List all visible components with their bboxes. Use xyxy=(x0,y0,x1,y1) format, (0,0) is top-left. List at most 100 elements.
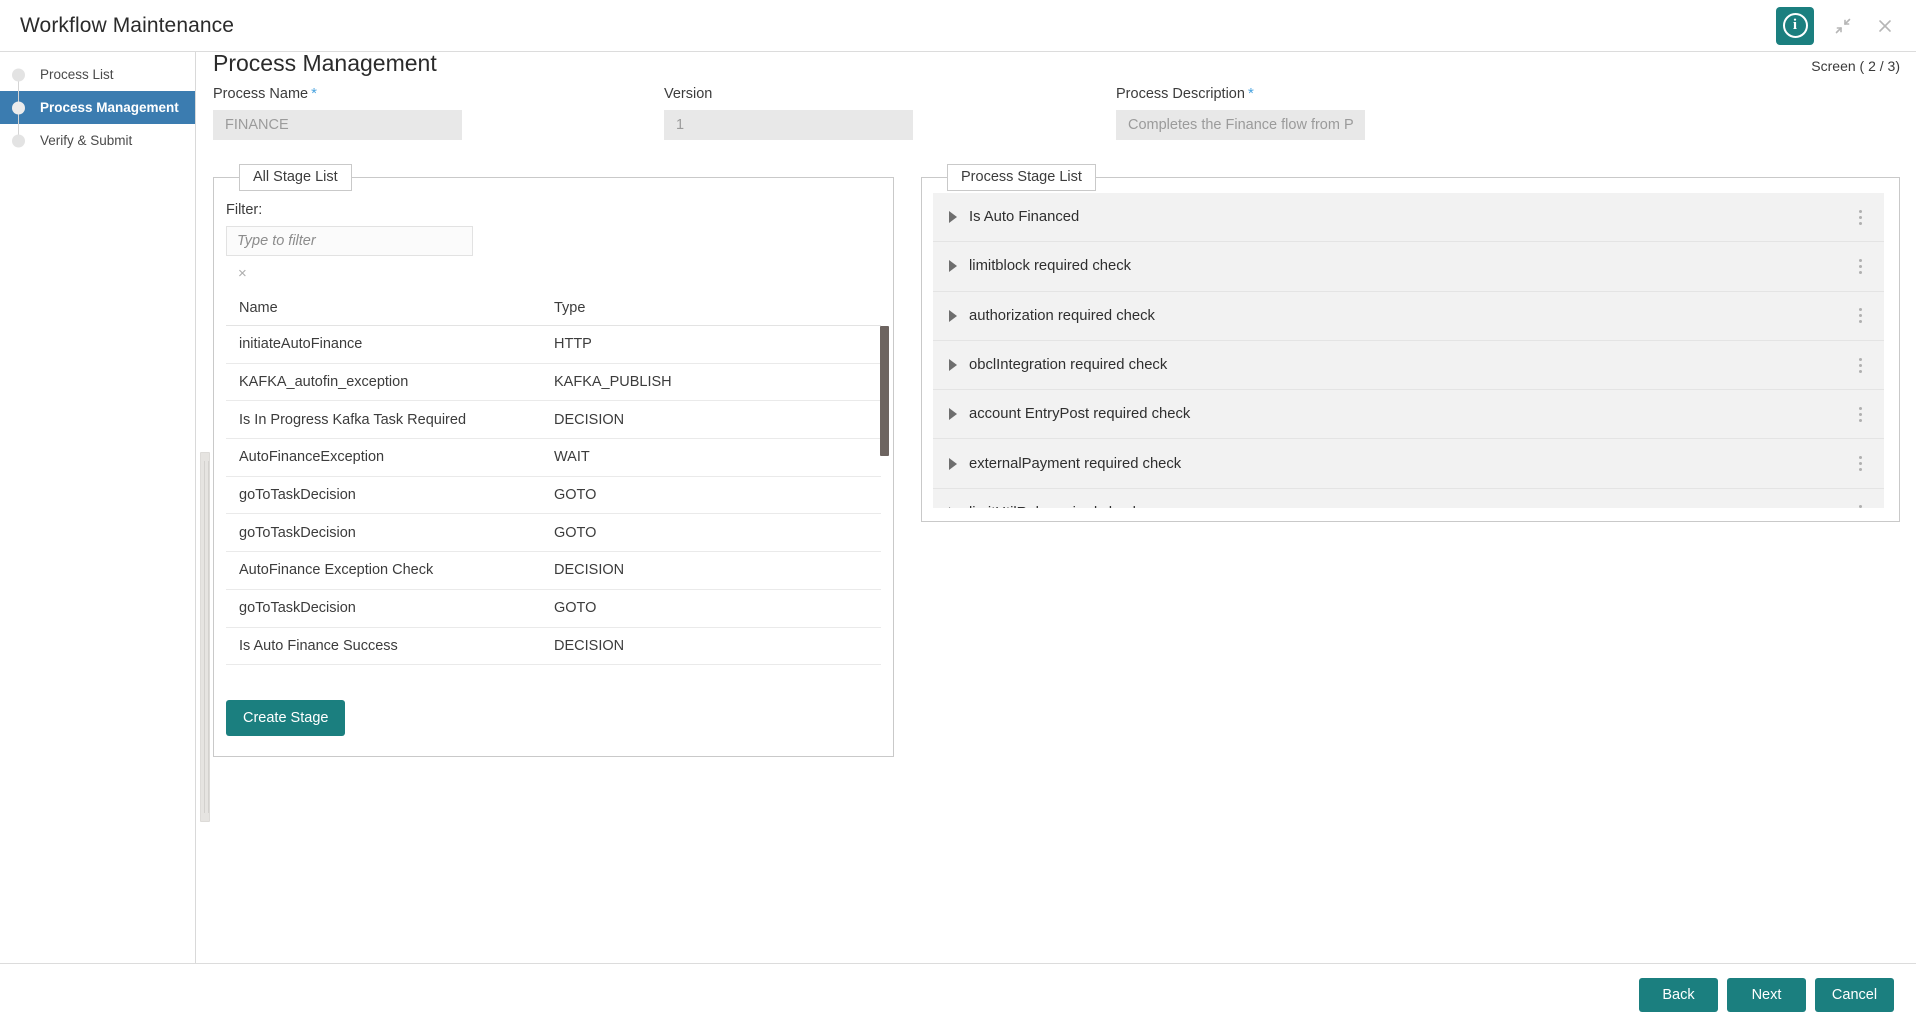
cell-type: GOTO xyxy=(554,524,597,541)
table-row[interactable]: KAFKA_autofin_exception KAFKA_PUBLISH xyxy=(226,364,881,402)
sidebar-item-label: Process List xyxy=(40,67,114,82)
cell-type: DECISION xyxy=(554,562,625,579)
expand-caret-icon[interactable] xyxy=(949,309,957,322)
info-icon[interactable]: i xyxy=(1776,6,1814,45)
back-button[interactable]: Back xyxy=(1639,977,1718,1012)
kebab-menu-icon[interactable] xyxy=(1855,354,1866,377)
process-name-label: Process Name * xyxy=(213,85,462,102)
table-row[interactable]: goToTaskDecision GOTO xyxy=(226,514,881,553)
kebab-menu-icon[interactable] xyxy=(1855,206,1866,229)
table-row[interactable]: AutoFinance Exception Check DECISION xyxy=(226,552,881,590)
filter-input[interactable] xyxy=(226,226,473,256)
stepper-dot xyxy=(12,101,25,114)
list-item[interactable]: limitUtilRel required check xyxy=(933,488,1884,508)
cell-name: AutoFinance Exception Check xyxy=(239,562,434,579)
table-scrollbar-thumb[interactable] xyxy=(880,326,889,456)
process-name-field-group: Process Name * xyxy=(213,85,462,140)
expand-caret-icon[interactable] xyxy=(949,260,957,273)
table-row[interactable]: AutoFinanceException WAIT xyxy=(226,439,881,477)
stage-label: externalPayment required check xyxy=(969,455,1182,472)
table-row[interactable]: goToTaskDecision GOTO xyxy=(226,477,881,515)
filter-clear-icon[interactable]: × xyxy=(238,266,247,281)
sidebar-item-process-list[interactable]: Process List xyxy=(0,58,195,91)
cancel-button[interactable]: Cancel xyxy=(1815,977,1894,1012)
stepper-dot xyxy=(12,68,25,81)
app-title: Workflow Maintenance xyxy=(20,13,235,37)
cell-type: GOTO xyxy=(554,487,597,504)
kebab-menu-icon[interactable] xyxy=(1855,304,1866,327)
process-description-label: Process Description * xyxy=(1116,85,1365,102)
list-item[interactable]: authorization required check xyxy=(933,291,1884,341)
cell-name: goToTaskDecision xyxy=(239,524,356,541)
cell-name: initiateAutoFinance xyxy=(239,336,363,353)
list-item[interactable]: externalPayment required check xyxy=(933,439,1884,489)
screen-counter: Screen ( 2 / 3) xyxy=(1811,58,1900,74)
column-header-name: Name xyxy=(239,299,278,316)
cell-name: goToTaskDecision xyxy=(239,600,356,617)
page-scrollbar[interactable] xyxy=(197,52,213,963)
expand-caret-icon[interactable] xyxy=(949,408,957,421)
cell-type: WAIT xyxy=(554,449,590,466)
cell-name: AutoFinanceException xyxy=(239,449,385,466)
list-item[interactable]: obclIntegration required check xyxy=(933,340,1884,391)
cell-name: Is In Progress Kafka Task Required xyxy=(239,411,467,428)
cell-name: goToTaskDecision xyxy=(239,487,356,504)
cell-name: Is Auto Finance Success xyxy=(239,637,398,654)
list-item[interactable]: Is Auto Financed xyxy=(933,193,1884,243)
table-row[interactable]: goToTaskDecision GOTO xyxy=(226,590,881,628)
main-content: Process Management Screen ( 2 / 3) Proce… xyxy=(197,52,1916,963)
info-glyph: i xyxy=(1782,13,1808,38)
process-name-input[interactable] xyxy=(213,110,462,140)
footer-action-bar: Back Next Cancel xyxy=(0,963,1916,1025)
process-description-input[interactable] xyxy=(1116,110,1365,140)
table-scrollbar[interactable] xyxy=(880,326,889,666)
process-stage-list-body: Is Auto Financed limitblock required che… xyxy=(933,193,1884,508)
kebab-menu-icon[interactable] xyxy=(1855,501,1866,508)
kebab-menu-icon[interactable] xyxy=(1855,452,1866,475)
version-field-group: Version xyxy=(664,85,913,140)
filter-label: Filter: xyxy=(226,202,263,218)
process-stage-list-panel: Process Stage List Is Auto Financed limi… xyxy=(921,164,1900,522)
sidebar-stepper: Process List Process Management Verify &… xyxy=(0,52,196,963)
cell-type: DECISION xyxy=(554,411,625,428)
version-label-text: Version xyxy=(664,86,713,102)
version-input[interactable] xyxy=(664,110,913,140)
kebab-menu-icon[interactable] xyxy=(1855,255,1866,278)
page-scrollbar-thumb[interactable] xyxy=(200,452,210,822)
process-name-label-text: Process Name xyxy=(213,86,309,102)
list-item[interactable]: limitblock required check xyxy=(933,242,1884,292)
expand-caret-icon[interactable] xyxy=(949,457,957,470)
cell-name: KAFKA_autofin_exception xyxy=(239,374,409,391)
version-label: Version xyxy=(664,85,913,102)
table-header-row: Name Type xyxy=(226,290,881,326)
title-bar-actions: i xyxy=(1776,6,1916,45)
table-row[interactable]: Is Auto Finance Success DECISION xyxy=(226,628,881,666)
kebab-menu-icon[interactable] xyxy=(1855,403,1866,426)
sidebar-item-process-management[interactable]: Process Management xyxy=(0,91,195,124)
required-mark: * xyxy=(311,85,317,102)
stage-label: limitUtilRel required check xyxy=(969,505,1140,508)
close-icon[interactable] xyxy=(1872,13,1898,39)
list-item[interactable]: account EntryPost required check xyxy=(933,390,1884,440)
stage-label: obclIntegration required check xyxy=(969,357,1168,374)
form-row: Process Name* Version Process Descriptio… xyxy=(213,85,1916,155)
expand-caret-icon[interactable] xyxy=(949,359,957,372)
create-stage-button[interactable]: Create Stage xyxy=(226,700,346,736)
sidebar-item-label: Verify & Submit xyxy=(40,133,133,148)
cell-type: DECISION xyxy=(554,637,625,654)
sidebar-item-verify-submit[interactable]: Verify & Submit xyxy=(0,124,195,157)
table-body: initiateAutoFinance HTTP KAFKA_autofin_e… xyxy=(226,326,889,666)
expand-caret-icon[interactable] xyxy=(949,211,957,224)
expand-caret-icon[interactable] xyxy=(949,506,957,508)
next-button[interactable]: Next xyxy=(1727,977,1806,1012)
stepper-dot xyxy=(12,134,25,147)
title-bar: Workflow Maintenance i xyxy=(0,0,1916,52)
table-row[interactable]: initiateAutoFinance HTTP xyxy=(226,326,881,364)
process-description-label-text: Process Description xyxy=(1116,86,1245,102)
page-title: Process Management xyxy=(213,52,437,76)
process-stage-list-legend: Process Stage List xyxy=(947,164,1096,192)
cell-type: KAFKA_PUBLISH xyxy=(554,374,672,391)
table-row[interactable]: Is In Progress Kafka Task Required DECIS… xyxy=(226,401,881,440)
collapse-icon[interactable] xyxy=(1830,13,1856,39)
cell-type: GOTO xyxy=(554,600,597,617)
